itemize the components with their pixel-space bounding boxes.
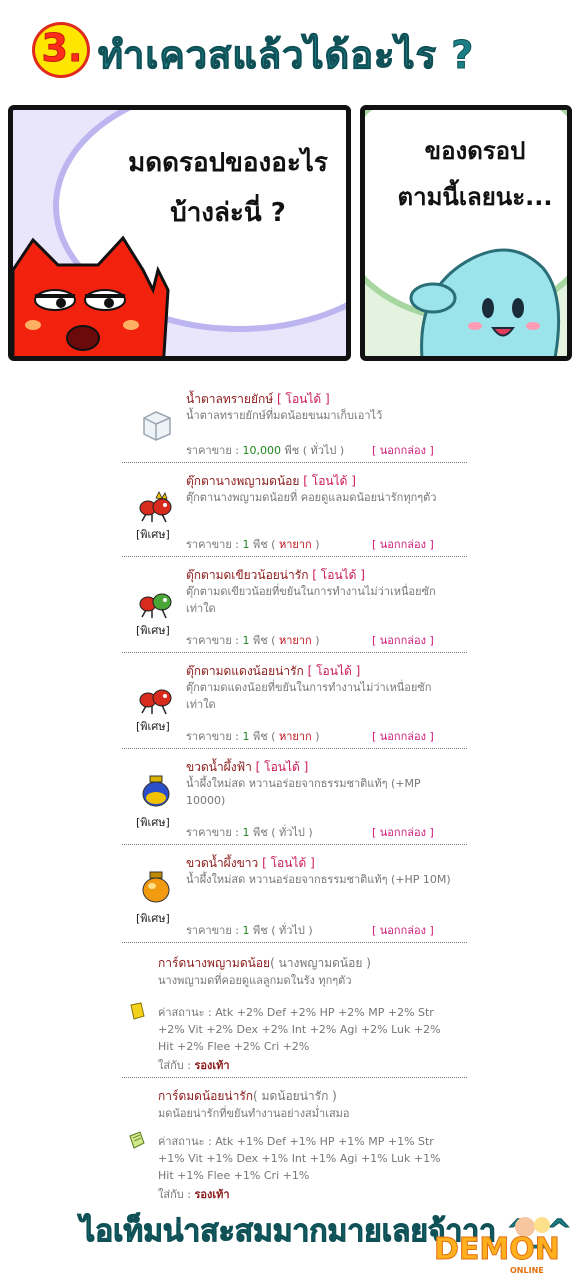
item-description: น้ำผึ้งใหม่สด หวานอร่อยจากธรรมชาติแท้ๆ (… xyxy=(186,873,451,886)
item-description: ตุ๊กตานางพญามดน้อยที่ คอยดูแลมดน้อยน่ารั… xyxy=(186,491,437,504)
special-label: [พิเศษ] xyxy=(136,816,170,829)
speech-text-left: มดดรอปของอะไร บ้างล่ะนี่ ? xyxy=(103,138,346,238)
item-description: น้ำผึ้งใหม่สด หวานอร่อยจากธรรมชาติแท้ๆ (… xyxy=(186,777,421,807)
step-number: 3. xyxy=(41,26,83,71)
logo-subtext: ONLINE xyxy=(510,1266,544,1275)
speech-left-line1: มดดรอปของอะไร xyxy=(128,148,328,178)
list-item: [พิเศษ] ตุ๊กตามดแดงน้อยน่ารัก [ โอนได้ ]… xyxy=(122,652,467,749)
yellow-card-icon xyxy=(130,1002,145,1020)
item-price: ราคาขาย : 1 พีช ( ทั่วไป ) xyxy=(186,924,313,937)
item-description: น้ำตาลทรายยักษ์ที่มดน้อยขนมาเก็บเอาไว้ xyxy=(186,409,383,422)
item-price: ราคาขาย : 1 พีช ( หายาก ) xyxy=(186,634,320,647)
box-tag: [ นอกกล่อง ] xyxy=(372,538,434,551)
blue-slime-character-icon xyxy=(409,248,561,356)
ant-queen-doll-icon xyxy=(139,491,172,523)
box-tag: [ นอกกล่อง ] xyxy=(372,924,434,937)
item-price: ราคาขาย : 10,000 พีช ( ทั่วไป ) xyxy=(186,444,345,457)
comic-panel-left: มดดรอปของอะไร บ้างล่ะนี่ ? xyxy=(8,105,351,361)
green-card-icon xyxy=(129,1131,145,1149)
comic-panel-right: ของดรอป ตามนี้เลยนะ... xyxy=(360,105,572,361)
list-item: [พิเศษ] ตุ๊กตานางพญามดน้อย [ โอนได้ ] ตุ… xyxy=(122,462,467,557)
speech-right-line2: ตามนี้เลยนะ... xyxy=(397,183,553,211)
item-description: ตุ๊กตามดเขียวน้อยที่ขยันในการทำงานไม่ว่า… xyxy=(186,585,436,615)
red-ant-doll-icon xyxy=(139,689,172,715)
item-price: ราคาขาย : 1 พีช ( หายาก ) xyxy=(186,538,320,551)
blue-honey-bottle-icon xyxy=(142,775,170,807)
logo-text: DEMON xyxy=(434,1232,560,1267)
green-ant-doll-icon xyxy=(139,593,172,619)
box-tag: [ นอกกล่อง ] xyxy=(372,826,434,839)
item-price: ราคาขาย : 1 พีช ( หายาก ) xyxy=(186,730,320,743)
red-cat-character-icon xyxy=(13,235,170,356)
card-equip: ใส่กับ : รองเท้า xyxy=(158,1188,230,1201)
card-description: นางพญามดที่คอยดูแลลูกมดในรัง ทุกๆตัว xyxy=(158,974,352,987)
item-description: ตุ๊กตามดแดงน้อยที่ขยันในการทำงานไม่ว่าเห… xyxy=(186,681,432,711)
sugar-cube-icon xyxy=(143,411,171,441)
box-tag: [ นอกกล่อง ] xyxy=(372,730,434,743)
speech-right-line1: ของดรอป xyxy=(424,137,526,165)
card-equip: ใส่กับ : รองเท้า xyxy=(158,1059,230,1072)
item-price: ราคาขาย : 1 พีช ( ทั่วไป ) xyxy=(186,826,313,839)
box-tag: [ นอกกล่อง ] xyxy=(372,634,434,647)
box-tag: [ นอกกล่อง ] xyxy=(372,444,434,457)
special-label: [พิเศษ] xyxy=(136,720,170,733)
white-honey-bottle-icon xyxy=(142,871,170,903)
special-label: [พิเศษ] xyxy=(136,912,170,925)
step-number-badge: 3. xyxy=(32,22,92,80)
list-item: น้ำตาลทรายยักษ์ [ โอนได้ ] น้ำตาลทรายยัก… xyxy=(122,380,467,463)
card-item: การ์ดมดน้อยน่ารัก( มดน้อยน่ารัก ) มดน้อย… xyxy=(122,1077,467,1207)
header: 3. ทำเควสแล้วได้อะไร ? xyxy=(0,0,580,100)
page-title: ทำเควสแล้วได้อะไร ? xyxy=(97,33,475,78)
special-label: [พิเศษ] xyxy=(136,528,170,541)
card-item: การ์ดนางพญามดน้อย( นางพญามดน้อย ) นางพญา… xyxy=(122,942,467,1078)
card-stats: ค่าสถานะ : Atk +2% Def +2% HP +2% MP +2%… xyxy=(158,1006,441,1053)
speech-text-right: ของดรอป ตามนี้เลยนะ... xyxy=(385,128,565,220)
list-item: [พิเศษ] ขวดน้ำผึ้งขาว [ โอนได้ ] น้ำผึ้ง… xyxy=(122,844,467,943)
card-stats: ค่าสถานะ : Atk +1% Def +1% HP +1% MP +1%… xyxy=(158,1135,441,1182)
card-description: มดน้อยน่ารักที่ขยันทำงานอย่างสม่ำเสมอ xyxy=(158,1107,350,1120)
list-item: [พิเศษ] ตุ๊กตามดเขียวน้อยน่ารัก [ โอนได้… xyxy=(122,556,467,653)
list-item: [พิเศษ] ขวดน้ำผึ้งฟ้า [ โอนได้ ] น้ำผึ้ง… xyxy=(122,748,467,845)
special-label: [พิเศษ] xyxy=(136,624,170,637)
demon-online-logo: DEMON ONLINE xyxy=(434,1217,560,1275)
